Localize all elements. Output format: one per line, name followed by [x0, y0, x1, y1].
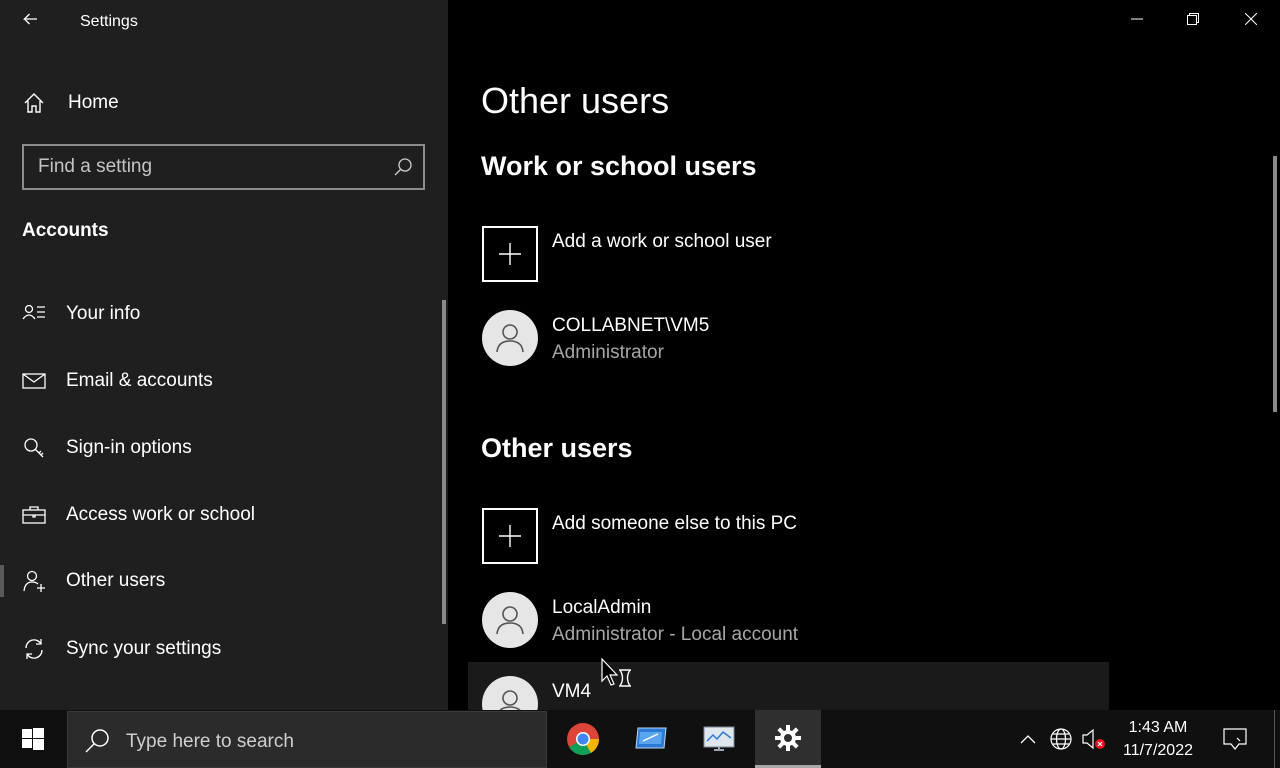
taskbar-app-settings[interactable] [755, 710, 821, 768]
volume-muted-icon [1082, 728, 1105, 750]
sidebar-item-label: Email & accounts [66, 370, 213, 391]
settings-sidebar: Settings Home Accounts Your info Email &… [0, 0, 448, 710]
chevron-up-icon [1020, 735, 1036, 744]
person-lines-icon [22, 304, 45, 320]
home-nav-item[interactable]: Home [22, 88, 119, 118]
restore-icon [1187, 13, 1199, 25]
sync-icon [25, 639, 43, 659]
user-avatar [482, 592, 538, 648]
user-name: VM4 [552, 681, 592, 702]
user-role: Administrator - Local account [552, 624, 799, 645]
network-button[interactable] [1046, 710, 1076, 768]
sidebar-item-your-info[interactable]: Your info [0, 292, 440, 336]
main-content: Other users Work or school users Add a w… [448, 0, 1280, 710]
add-person-icon [23, 570, 45, 592]
sidebar-item-sign-in-options[interactable]: Sign-in options [0, 426, 440, 470]
sidebar-item-label: Your info [66, 303, 141, 324]
add-work-school-user-label: Add a work or school user [552, 231, 772, 252]
page-title: Other users [481, 80, 670, 121]
other-users-heading: Other users [481, 433, 633, 463]
taskbar-search-placeholder: Type here to search [126, 731, 294, 752]
chrome-icon [567, 723, 600, 756]
taskbar-app-monitor[interactable] [686, 710, 752, 768]
taskbar-clock[interactable]: 1:43 AM 11/7/2022 [1112, 716, 1204, 762]
sidebar-item-label: Access work or school [66, 504, 256, 525]
window-title: Settings [80, 13, 138, 30]
taskbar-app-chrome[interactable] [550, 710, 616, 768]
monitor-app-icon [703, 726, 735, 751]
taskbar-search-box[interactable]: Type here to search [67, 711, 547, 768]
busy-cursor-icon [601, 658, 631, 687]
volume-button[interactable] [1078, 710, 1108, 768]
add-work-school-user-button[interactable]: Add a work or school user [482, 226, 982, 282]
add-someone-else-label: Add someone else to this PC [552, 513, 798, 534]
home-icon [24, 93, 44, 113]
find-setting-input[interactable] [38, 155, 378, 179]
windows-logo-icon [22, 728, 44, 750]
clock-date: 11/7/2022 [1123, 742, 1193, 759]
user-item-vm4[interactable]: VM4 [468, 662, 1109, 710]
person-icon [496, 324, 524, 353]
accounts-section-title: Accounts [22, 220, 109, 241]
taskbar-app-remote-desktop[interactable] [618, 710, 684, 768]
notifications-button[interactable] [1218, 710, 1252, 768]
remote-desktop-icon [635, 727, 667, 749]
sidebar-item-sync-settings[interactable]: Sync your settings [0, 627, 440, 671]
plus-icon [499, 525, 521, 547]
settings-gear-icon [775, 724, 801, 751]
mail-icon [22, 373, 46, 389]
user-name: LocalAdmin [552, 597, 652, 618]
sidebar-item-email-accounts[interactable]: Email & accounts [0, 359, 440, 403]
close-icon [1245, 13, 1257, 25]
taskbar: Type here to search 1:43 AM 11/7/2022 [0, 710, 1280, 768]
globe-icon [1050, 728, 1072, 750]
user-item-collabnet-vm5[interactable]: COLLABNET\VM5 Administrator [482, 310, 1102, 370]
search-icon [85, 729, 109, 753]
back-arrow-icon [22, 13, 37, 25]
show-desktop-button[interactable] [1274, 710, 1280, 768]
sidebar-item-other-users[interactable]: Other users [0, 559, 440, 603]
back-button[interactable] [18, 8, 42, 32]
user-role: Administrator [552, 342, 664, 363]
sidebar-item-label: Sign-in options [66, 437, 192, 458]
show-hidden-icons-button[interactable] [1014, 710, 1042, 768]
find-setting-search[interactable] [22, 144, 425, 190]
key-icon [24, 438, 44, 458]
work-school-users-heading: Work or school users [481, 151, 757, 181]
start-button[interactable] [0, 710, 66, 768]
sidebar-item-access-work-school[interactable]: Access work or school [0, 493, 440, 537]
briefcase-icon [22, 506, 46, 524]
add-box [482, 226, 538, 282]
sidebar-scrollbar[interactable] [442, 300, 446, 624]
user-avatar [482, 310, 538, 366]
sidebar-item-label: Other users [66, 570, 166, 591]
user-item-localadmin[interactable]: LocalAdmin Administrator - Local account [482, 592, 1102, 652]
main-scrollbar[interactable] [1273, 156, 1277, 412]
add-box [482, 508, 538, 564]
notification-icon [1223, 728, 1247, 750]
person-icon [496, 606, 524, 635]
sidebar-item-label: Sync your settings [66, 638, 222, 659]
add-someone-else-button[interactable]: Add someone else to this PC [482, 508, 982, 564]
user-name: COLLABNET\VM5 [552, 315, 710, 336]
clock-time: 1:43 AM [1128, 719, 1188, 736]
active-indicator [0, 565, 4, 597]
person-icon [499, 690, 521, 710]
search-icon[interactable] [393, 157, 413, 177]
restore-button[interactable] [1170, 6, 1216, 32]
close-button[interactable] [1228, 6, 1274, 32]
plus-icon [499, 243, 521, 265]
user-avatar [482, 676, 538, 710]
home-label: Home [68, 92, 119, 113]
minimize-icon [1131, 18, 1143, 20]
minimize-button[interactable] [1114, 6, 1160, 32]
